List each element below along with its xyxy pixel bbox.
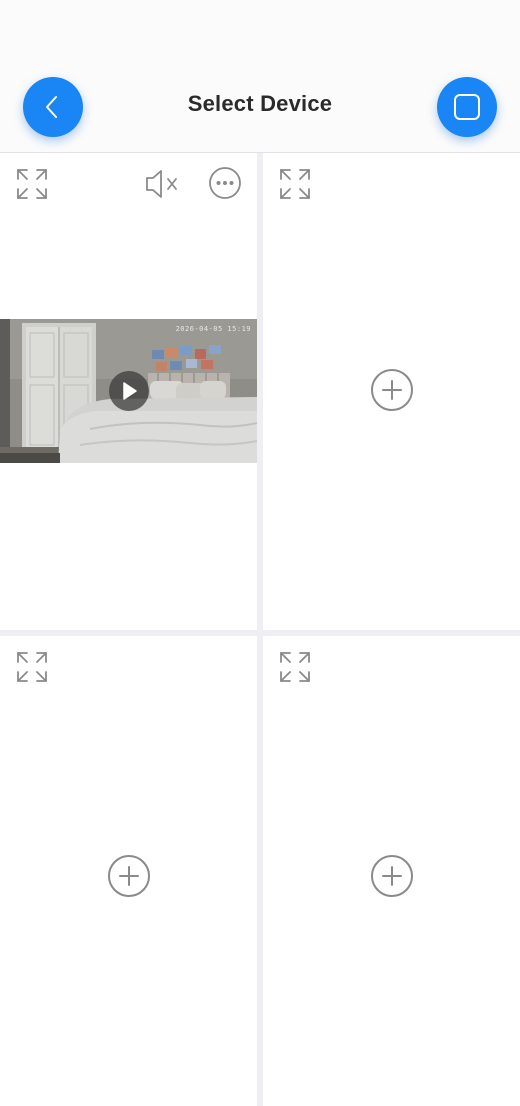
more-icon[interactable] xyxy=(208,166,242,200)
expand-icon[interactable] xyxy=(15,167,49,201)
device-cell-2[interactable] xyxy=(263,153,520,630)
header-bar: Select Device xyxy=(0,0,520,153)
expand-icon[interactable] xyxy=(278,650,312,684)
expand-icon[interactable] xyxy=(15,650,49,684)
play-icon xyxy=(123,382,137,400)
add-device-icon[interactable] xyxy=(370,854,414,898)
device-cell-4[interactable] xyxy=(263,636,520,1106)
camera-video-feed[interactable]: 2026-04-05 15:19 xyxy=(0,319,257,463)
add-device-icon[interactable] xyxy=(107,854,151,898)
device-cell-3[interactable] xyxy=(0,636,257,1106)
device-cell-1[interactable]: 2026-04-05 15:19 xyxy=(0,153,257,630)
stop-square-icon xyxy=(454,94,480,120)
expand-icon[interactable] xyxy=(278,167,312,201)
mute-icon[interactable] xyxy=(144,167,180,201)
add-device-icon[interactable] xyxy=(370,368,414,412)
video-timestamp: 2026-04-05 15:19 xyxy=(175,325,251,333)
play-button[interactable] xyxy=(109,371,149,411)
stop-button[interactable] xyxy=(437,77,497,137)
